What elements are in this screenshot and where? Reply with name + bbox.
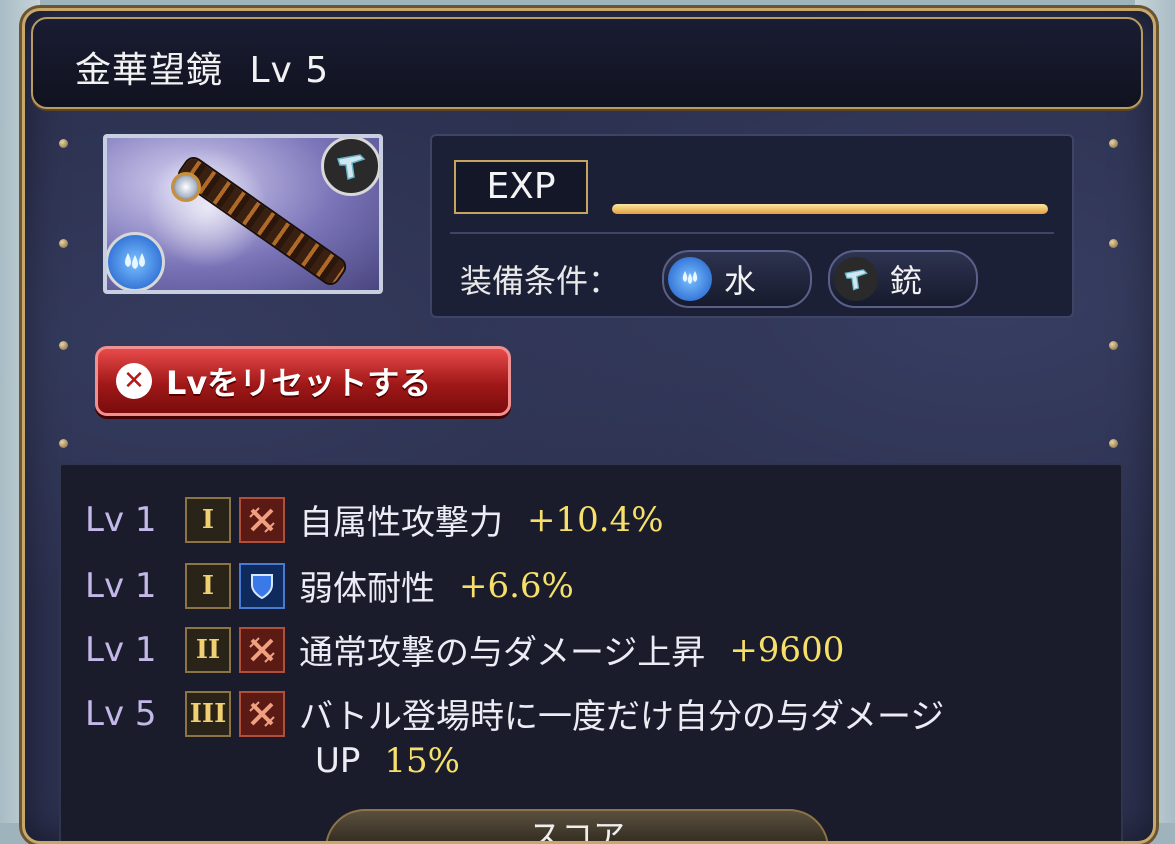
- score-tab[interactable]: スコア: [325, 809, 829, 841]
- rank-badge: II: [185, 626, 231, 673]
- skill-row: Lv 1 II 通常攻撃の与ダメージ上昇 +9600: [85, 625, 844, 674]
- equip-condition-gun: 銃: [828, 250, 978, 308]
- skill-level: Lv 1: [85, 565, 157, 606]
- item-level: Lv 5: [249, 50, 330, 91]
- skill-value: +6.6%: [459, 565, 574, 606]
- rivet: [59, 139, 68, 148]
- skill-name: 通常攻撃の与ダメージ上昇: [299, 633, 706, 673]
- rivet: [1109, 139, 1118, 148]
- item-title: 金華望鏡 Lv 5: [75, 41, 329, 93]
- skill-row: Lv 1 I 自属性攻撃力 +10.4%: [85, 495, 664, 544]
- skill-value: +9600: [729, 629, 845, 670]
- weapon-image: [103, 134, 383, 294]
- attack-icon: [239, 626, 285, 673]
- skill-name: バトル登場時に一度だけ自分の与ダメージ: [299, 697, 945, 737]
- rivet: [59, 341, 68, 350]
- equip-condition-label: 装備条件：: [460, 262, 621, 300]
- shield-icon: [239, 562, 285, 609]
- divider: [450, 232, 1054, 234]
- reset-level-button[interactable]: ✕ Lvをリセットする: [95, 346, 511, 416]
- skill-name: UP: [315, 741, 361, 781]
- exp-progress-bar: [612, 204, 1048, 214]
- skill-name: 弱体耐性: [299, 569, 435, 609]
- item-detail-panel: 金華望鏡 Lv 5 EXP 装備条件： 水 銃 ✕ Lvをリセットする Lv 1…: [22, 8, 1156, 844]
- item-name: 金華望鏡: [75, 50, 224, 91]
- rank-badge: I: [185, 496, 231, 543]
- reset-button-label: Lvをリセットする: [166, 364, 432, 402]
- skill-level: Lv 5: [85, 693, 157, 734]
- skill-row-continued: UP 15%: [315, 741, 460, 781]
- title-bar: 金華望鏡 Lv 5: [31, 17, 1143, 109]
- condition-text: 水: [724, 262, 757, 300]
- rivet: [59, 439, 68, 448]
- attack-icon: [239, 496, 285, 543]
- close-icon: ✕: [116, 363, 152, 399]
- skill-list: Lv 1 I 自属性攻撃力 +10.4% Lv 1 I 弱体耐性 +6.6% L…: [59, 463, 1123, 841]
- skill-level: Lv 1: [85, 629, 157, 670]
- rivet: [1109, 239, 1118, 248]
- water-drop-icon: [107, 232, 165, 290]
- water-drop-icon: [668, 257, 712, 301]
- info-box: EXP 装備条件： 水 銃: [430, 134, 1074, 318]
- condition-text: 銃: [890, 262, 923, 300]
- rivet: [1109, 439, 1118, 448]
- skill-row: Lv 1 I 弱体耐性 +6.6%: [85, 561, 574, 610]
- gun-icon: [834, 257, 878, 301]
- skill-value: 15%: [384, 741, 460, 781]
- skill-row: Lv 5 III バトル登場時に一度だけ自分の与ダメージ: [85, 689, 944, 738]
- equip-condition-water: 水: [662, 250, 812, 308]
- gun-icon: [321, 138, 379, 196]
- skill-name: 自属性攻撃力: [299, 503, 503, 543]
- rank-badge: I: [185, 562, 231, 609]
- rivet: [1109, 341, 1118, 350]
- telescope-lens: [171, 172, 201, 202]
- exp-label: EXP: [454, 160, 588, 214]
- attack-icon: [239, 690, 285, 737]
- skill-value: +10.4%: [527, 499, 664, 540]
- rank-badge: III: [185, 690, 231, 737]
- rivet: [59, 239, 68, 248]
- skill-level: Lv 1: [85, 499, 157, 540]
